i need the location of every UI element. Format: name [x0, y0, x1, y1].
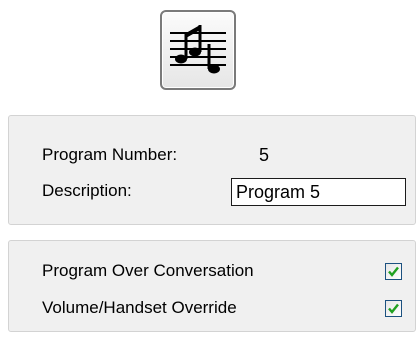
- volume-handset-override-label: Volume/Handset Override: [42, 298, 237, 317]
- checkmark-icon: [388, 266, 399, 277]
- program-info-panel: Program Number: 5 Description: Program 5: [8, 115, 416, 225]
- program-settings-window: Program Number: 5 Description: Program 5…: [0, 0, 419, 343]
- volume-handset-override-checkbox[interactable]: [385, 300, 402, 317]
- checkmark-icon: [388, 303, 399, 314]
- description-label: Description:: [42, 181, 132, 200]
- program-over-conversation-checkbox[interactable]: [385, 263, 402, 280]
- description-field[interactable]: Program 5: [231, 178, 406, 206]
- program-over-conversation-label: Program Over Conversation: [42, 261, 254, 280]
- program-number-value: 5: [259, 145, 270, 165]
- program-number-label: Program Number:: [42, 145, 178, 164]
- options-panel: Program Over Conversation Volume/Handset…: [8, 240, 416, 332]
- music-program-button[interactable]: [160, 10, 236, 90]
- music-notes-icon: [170, 25, 226, 74]
